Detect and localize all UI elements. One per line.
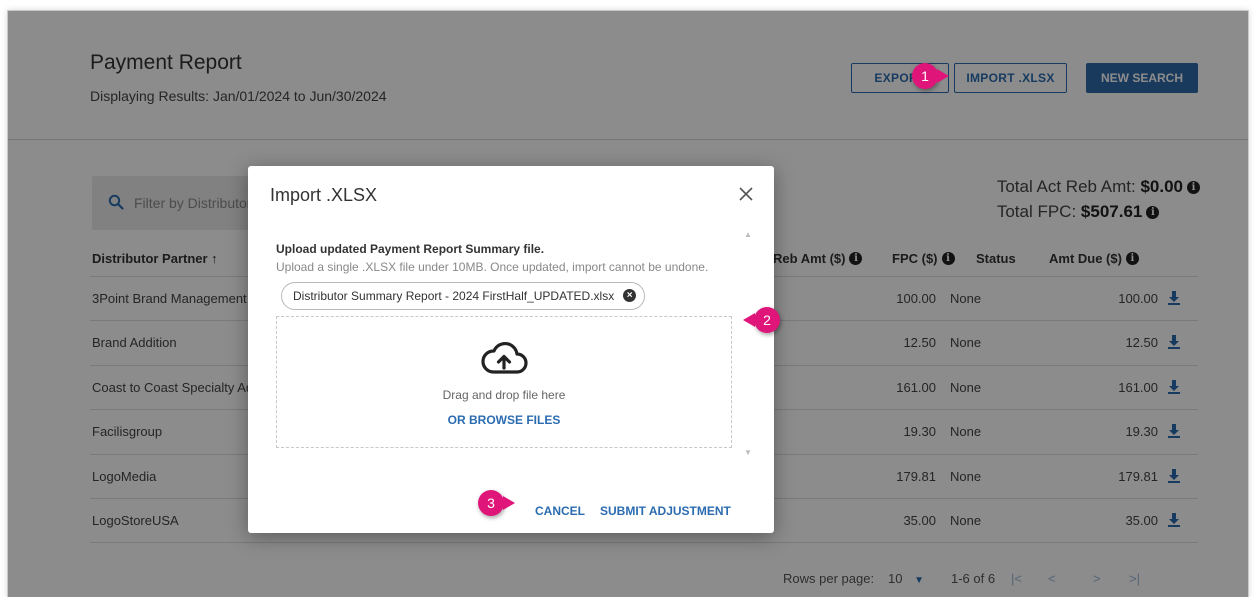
file-name: Distributor Summary Report - 2024 FirstH…: [293, 289, 615, 303]
step-2-callout: 2: [743, 307, 780, 333]
import-xlsx-dialog: Import .XLSX ▲ Upload updated Payment Re…: [248, 166, 774, 533]
upload-heading: Upload updated Payment Report Summary fi…: [276, 242, 545, 256]
upload-description: Upload a single .XLSX file under 10MB. O…: [276, 260, 709, 274]
remove-file-icon[interactable]: ×: [623, 289, 637, 302]
close-icon[interactable]: [738, 186, 754, 202]
scroll-up-icon[interactable]: ▲: [744, 230, 752, 239]
file-chip: Distributor Summary Report - 2024 FirstH…: [281, 282, 646, 310]
cloud-upload-icon: [481, 341, 528, 374]
cancel-button[interactable]: CANCEL: [535, 504, 585, 518]
file-drop-zone[interactable]: Drag and drop file here OR BROWSE FILES: [276, 316, 732, 448]
submit-adjustment-button[interactable]: SUBMIT ADJUSTMENT: [600, 504, 731, 518]
drag-drop-text: Drag and drop file here: [442, 388, 566, 402]
step-3-callout: 3: [478, 490, 515, 516]
step-1-callout: 1: [912, 63, 949, 89]
scroll-down-icon[interactable]: ▼: [744, 448, 752, 457]
browse-files-link[interactable]: OR BROWSE FILES: [277, 413, 731, 427]
app-frame: Payment Report Displaying Results: Jan/0…: [7, 10, 1249, 597]
dialog-title: Import .XLSX: [270, 185, 378, 205]
